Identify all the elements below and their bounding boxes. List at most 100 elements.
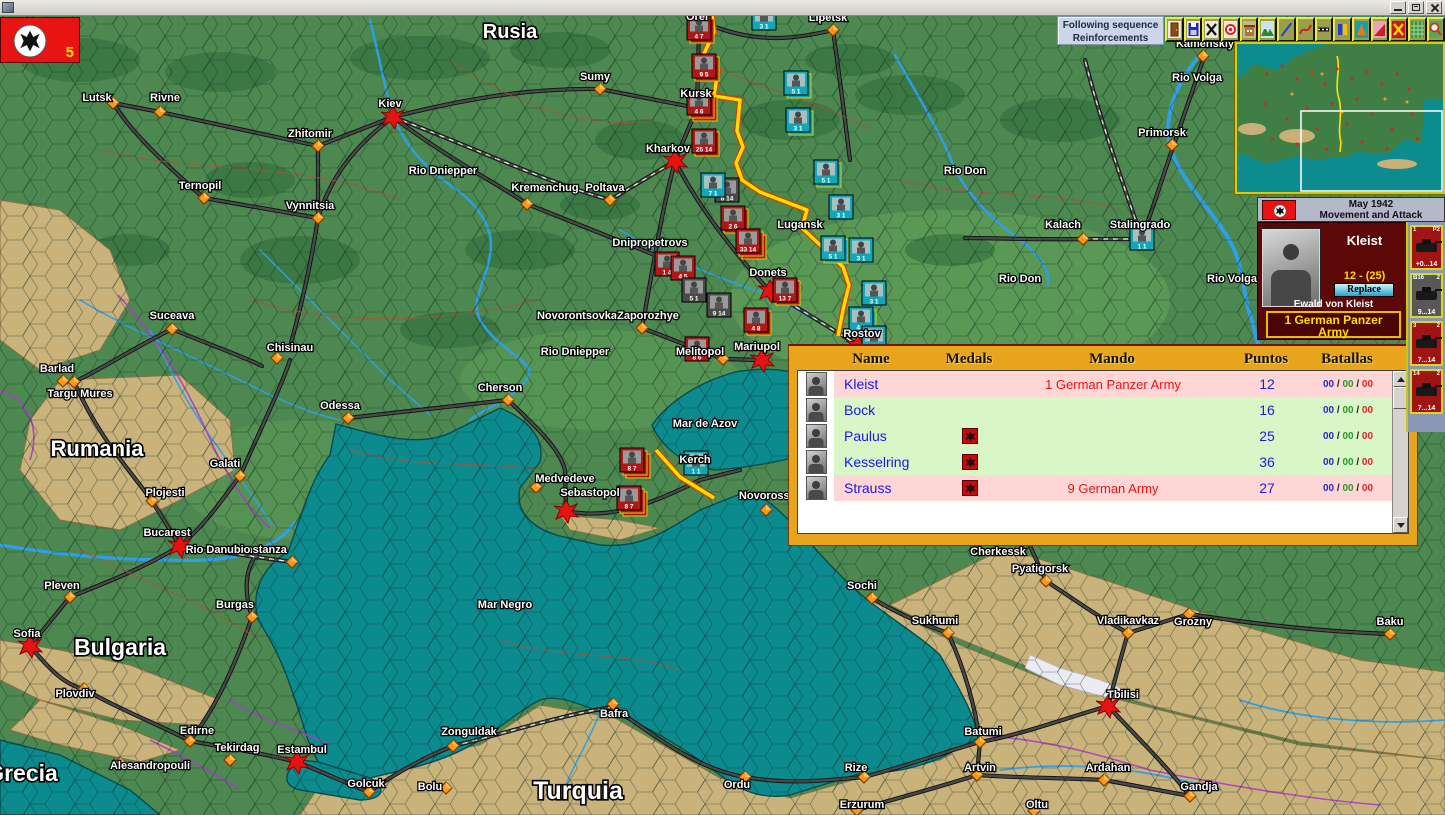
soviet-unit-counter[interactable]: 5 1	[814, 160, 841, 187]
city-label: Melitopol	[676, 346, 724, 358]
water-label: Rio Don	[944, 165, 986, 177]
german-unit-counter[interactable]: 8 7	[617, 486, 647, 516]
scroll-down-button[interactable]	[1393, 517, 1408, 533]
svg-text:5 1: 5 1	[689, 296, 698, 303]
victory-hexes-button[interactable]	[1389, 17, 1408, 42]
german-unit-counter[interactable]: 9 14	[707, 293, 731, 318]
roads-display-button[interactable]	[1296, 17, 1315, 42]
german-unit-counter[interactable]: 25 14	[692, 129, 719, 156]
commander-row[interactable]: Strauss9 German Army2700 / 00 / 00	[798, 475, 1394, 501]
svg-text:4 7: 4 7	[694, 34, 703, 41]
city-label: Alesandropouli	[110, 760, 190, 772]
zoom-button[interactable]	[1427, 17, 1445, 42]
strategic-map-button[interactable]	[1408, 17, 1427, 42]
soviet-unit-counter[interactable]: 5 1	[784, 71, 811, 98]
city-label: Bucarest	[143, 527, 190, 539]
side-turn-flag: 5	[0, 17, 80, 63]
soviet-unit-counter[interactable]: 7 1	[701, 173, 725, 198]
city-label: Pyatigorsk	[1012, 563, 1069, 575]
german-unit-counter[interactable]: 4 5	[671, 256, 695, 281]
city-label: Tekirdag	[214, 742, 259, 754]
replace-button[interactable]: Replace	[1334, 283, 1394, 297]
city-label: Kerch	[679, 454, 710, 466]
commander-row[interactable]: Bock1600 / 00 / 00	[798, 397, 1394, 423]
city-label: Galati	[210, 458, 241, 470]
city-label: Cherson	[478, 382, 523, 394]
city-label: Lugansk	[777, 219, 823, 231]
mando-cell: 1 German Panzer Army	[994, 377, 1232, 392]
city-label: Sochi	[847, 580, 877, 592]
army-unit-counter[interactable]: 327...14	[1410, 321, 1443, 366]
water-label: Mar de Azov	[673, 418, 738, 430]
soviet-unit-counter[interactable]: 3 1	[849, 238, 873, 263]
terrain-display-button[interactable]	[1258, 17, 1277, 42]
water-label: Rio Dniepper	[541, 346, 610, 358]
city-label: Pleven	[44, 580, 80, 592]
city-label: Cherkessk	[970, 546, 1027, 558]
city-label: Oltu	[1026, 799, 1048, 811]
commander-row[interactable]: Paulus2500 / 00 / 00	[798, 423, 1394, 449]
minimap[interactable]	[1235, 42, 1445, 194]
soviet-unit-counter[interactable]: 3 1	[752, 16, 776, 31]
water-label: Rio Danubio	[186, 544, 251, 556]
army-unit-counter[interactable]: 1P2+0...14	[1410, 225, 1443, 270]
city-label: Grozny	[1174, 616, 1213, 628]
water-label: Mar Negro	[478, 599, 533, 611]
units-display-button[interactable]	[1333, 17, 1352, 42]
soviet-unit-counter[interactable]: 5 1	[821, 236, 848, 263]
german-unit-counter[interactable]: 5 1	[682, 278, 706, 303]
app-icon	[2, 2, 14, 13]
puntos-cell: 36	[1232, 454, 1302, 470]
german-unit-counter[interactable]: 13 7	[773, 278, 800, 305]
puntos-cell: 12	[1232, 376, 1302, 392]
table-header: Name Medals Mando Puntos Batallas	[797, 349, 1409, 370]
minimize-button[interactable]	[1390, 1, 1406, 14]
soviet-unit-counter[interactable]: 3 1	[862, 281, 886, 306]
close-button[interactable]	[1426, 1, 1442, 14]
soviet-unit-counter[interactable]: 3 1	[786, 108, 813, 135]
army-unit-counter[interactable]: 1427...14	[1410, 369, 1443, 414]
save-button[interactable]	[1184, 17, 1203, 42]
city-label: Stalingrado	[1110, 219, 1171, 231]
soviet-unit-counter[interactable]: 3 1	[829, 195, 853, 220]
tank-icon	[1416, 243, 1437, 252]
german-unit-counter[interactable]: 33 14	[736, 229, 766, 259]
water-label: Rio Volga	[1172, 72, 1223, 84]
turn-phase-panel: May 1942 Movement and Attack	[1257, 197, 1445, 222]
city-label: Barlad	[40, 363, 74, 375]
draw-line-button[interactable]	[1277, 17, 1296, 42]
city-label: Kiev	[378, 98, 402, 110]
svg-text:8 7: 8 7	[627, 466, 636, 473]
svg-text:33 14: 33 14	[740, 247, 757, 254]
svg-text:1 1: 1 1	[691, 469, 700, 476]
commander-row[interactable]: Kesselring3600 / 00 / 00	[798, 449, 1394, 475]
commander-name: Kleist	[1322, 233, 1407, 248]
objectives-button[interactable]	[1221, 17, 1240, 42]
tank-icon	[1416, 387, 1437, 396]
contours-display-button[interactable]	[1352, 17, 1371, 42]
city-label: Kalach	[1045, 219, 1081, 231]
sequence-status-box: Following sequence Reinforcements	[1057, 16, 1164, 45]
batallas-cell: 00 / 00 / 00	[1302, 405, 1394, 416]
puntos-cell: 27	[1232, 480, 1302, 496]
city-label: Lipetsk	[809, 16, 848, 24]
city-label: Rize	[845, 762, 868, 774]
city-display-button[interactable]	[1240, 17, 1259, 42]
german-unit-counter[interactable]: 4 8	[744, 308, 771, 335]
exit-door-button[interactable]	[1165, 17, 1184, 42]
commander-row[interactable]: Kleist1 German Panzer Army1200 / 00 / 00	[798, 371, 1394, 397]
city-label: Kharkov	[646, 143, 691, 155]
city-label: Sofia	[14, 628, 42, 640]
header-mando: Mando	[993, 351, 1231, 368]
german-unit-counter[interactable]: 8 7	[620, 448, 650, 478]
region-label: Rumania	[51, 436, 145, 461]
water-label: Rio Dniepper	[409, 165, 478, 177]
army-unit-counter[interactable]: B1629...14	[1410, 273, 1443, 318]
city-label: Golcuk	[347, 778, 385, 790]
iron-cross-medal-icon	[962, 428, 978, 444]
restore-button[interactable]	[1408, 1, 1424, 14]
remove-unit-button[interactable]	[1202, 17, 1221, 42]
railroads-display-button[interactable]	[1315, 17, 1334, 42]
hexgrid-display-button[interactable]	[1371, 17, 1390, 42]
german-unit-counter[interactable]: 9 5	[692, 54, 719, 81]
